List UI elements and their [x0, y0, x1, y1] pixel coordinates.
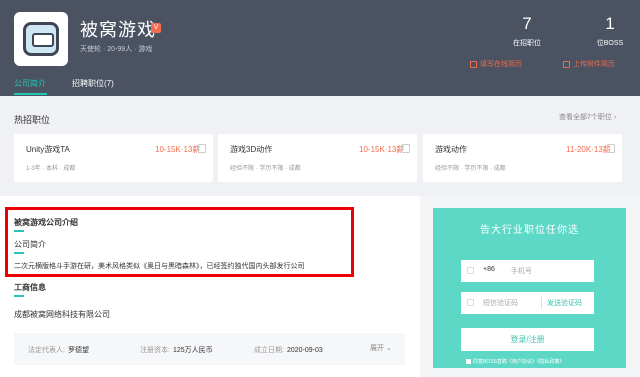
login-panel: 告大行业职位任你选 +86 手机号 短信验证码 发送验证码 登录/注册 同意BO… [433, 208, 626, 368]
job-salary: 10-15K·13薪 [359, 145, 405, 154]
expand-button[interactable]: 展开 ⌄ [370, 343, 392, 353]
send-code-button[interactable]: 发送验证码 [547, 298, 582, 308]
job-title: Unity游戏TA [26, 145, 70, 154]
company-name: 被窝游戏 [80, 20, 156, 40]
view-all-jobs-link[interactable]: 查看全部7个职位 › [559, 112, 616, 122]
active-tab-indicator [14, 93, 47, 95]
chat-icon[interactable] [607, 144, 615, 153]
job-card[interactable]: Unity游戏TA 10-15K·13薪 1-3年 · 本科 · 成都 [14, 134, 213, 182]
fill-resume-label: 填写在线简历 [480, 61, 522, 68]
field-value: 125万人民币 [172, 347, 213, 354]
job-meta: 经验不限 · 学历不限 · 成都 [230, 166, 301, 172]
business-company-name: 成都被窝网络科技有限公司 [14, 310, 110, 319]
sidebar: 告大行业职位任你选 +86 手机号 短信验证码 发送验证码 登录/注册 同意BO… [420, 196, 640, 377]
agreement-row[interactable]: 同意BOSS直聘《用户协议》《隐私政策》 [466, 358, 564, 365]
shield-icon [467, 299, 474, 306]
tab-company-intro[interactable]: 公司简介 [14, 78, 46, 89]
upload-resume-link[interactable]: 上传附件简历 [563, 59, 615, 69]
verified-badge-icon: V [151, 23, 161, 33]
boss-count[interactable]: 1 [585, 14, 635, 34]
game-console-icon [23, 22, 59, 56]
phone-placeholder: 手机号 [511, 268, 532, 275]
field-value: 2020-09-03 [286, 347, 323, 354]
job-meta: 经验不限 · 学历不限 · 成都 [435, 166, 506, 172]
job-meta: 1-3年 · 本科 · 成都 [26, 166, 76, 172]
code-placeholder: 短信验证码 [483, 300, 518, 307]
open-jobs-count[interactable]: 7 [502, 14, 552, 34]
upload-resume-label: 上传附件简历 [573, 61, 615, 68]
chat-icon[interactable] [402, 144, 410, 153]
edit-icon [470, 60, 477, 68]
field-key: 法定代表人: [28, 347, 65, 354]
phone-input[interactable]: +86 手机号 [461, 260, 594, 282]
fill-resume-link[interactable]: 填写在线简历 [470, 59, 522, 69]
field-key: 注册资本: [140, 347, 170, 354]
legal-representative: 法定代表人: 罗德望 [28, 345, 89, 355]
sms-code-input[interactable]: 短信验证码 发送验证码 [461, 292, 594, 314]
field-divider [541, 297, 542, 309]
section-divider [14, 295, 24, 297]
business-info-title: 工商信息 [14, 283, 46, 292]
job-card[interactable]: 游戏动作 11-20K·13薪 经验不限 · 学历不限 · 成都 [423, 134, 622, 182]
upload-icon [563, 60, 570, 68]
chevron-down-icon: ⌄ [385, 345, 392, 352]
job-salary: 10-15K·13薪 [155, 145, 201, 154]
tab-jobs[interactable]: 招聘职位(7) [72, 78, 114, 89]
boss-label: 位BOSS [596, 40, 624, 47]
phone-icon [467, 267, 474, 274]
job-salary: 11-20K·13薪 [566, 145, 611, 154]
company-logo [14, 12, 68, 66]
open-jobs-label: 在招职位 [513, 40, 541, 47]
company-header: 被窝游戏 V 天使轮 · 20-99人 · 游戏 7 在招职位 1 位BOSS … [0, 0, 640, 96]
agreement-text: 同意BOSS直聘《用户协议》《隐私政策》 [473, 359, 565, 365]
expand-label: 展开 [370, 345, 384, 352]
company-meta: 天使轮 · 20-99人 · 游戏 [80, 46, 153, 53]
login-register-button[interactable]: 登录/注册 [461, 328, 594, 351]
country-code-select[interactable]: +86 [483, 266, 495, 273]
chat-icon[interactable] [198, 144, 206, 153]
job-title: 游戏3D动作 [230, 145, 273, 154]
business-details: 法定代表人: 罗德望 注册资本: 125万人民币 成立日期: 2020-09-03 展… [14, 333, 405, 365]
agreement-checkbox[interactable] [466, 359, 471, 364]
job-title: 游戏动作 [435, 145, 467, 154]
field-value: 罗德望 [67, 347, 89, 354]
highlight-box [5, 207, 354, 277]
login-title: 告大行业职位任你选 [480, 225, 579, 236]
registered-capital: 注册资本: 125万人民币 [140, 345, 213, 355]
company-content: 被窝游戏公司介绍 公司简介 二次元横版格斗手游在研，美术风格类似《奥日与黑暗森林… [0, 196, 420, 377]
hot-jobs-section: 热招职位 查看全部7个职位 › Unity游戏TA 10-15K·13薪 1-3… [0, 96, 640, 196]
hot-jobs-title: 热招职位 [14, 115, 51, 125]
job-card[interactable]: 游戏3D动作 10-15K·13薪 经验不限 · 学历不限 · 成都 [218, 134, 417, 182]
field-key: 成立日期: [254, 347, 284, 354]
founded-date: 成立日期: 2020-09-03 [254, 345, 323, 355]
